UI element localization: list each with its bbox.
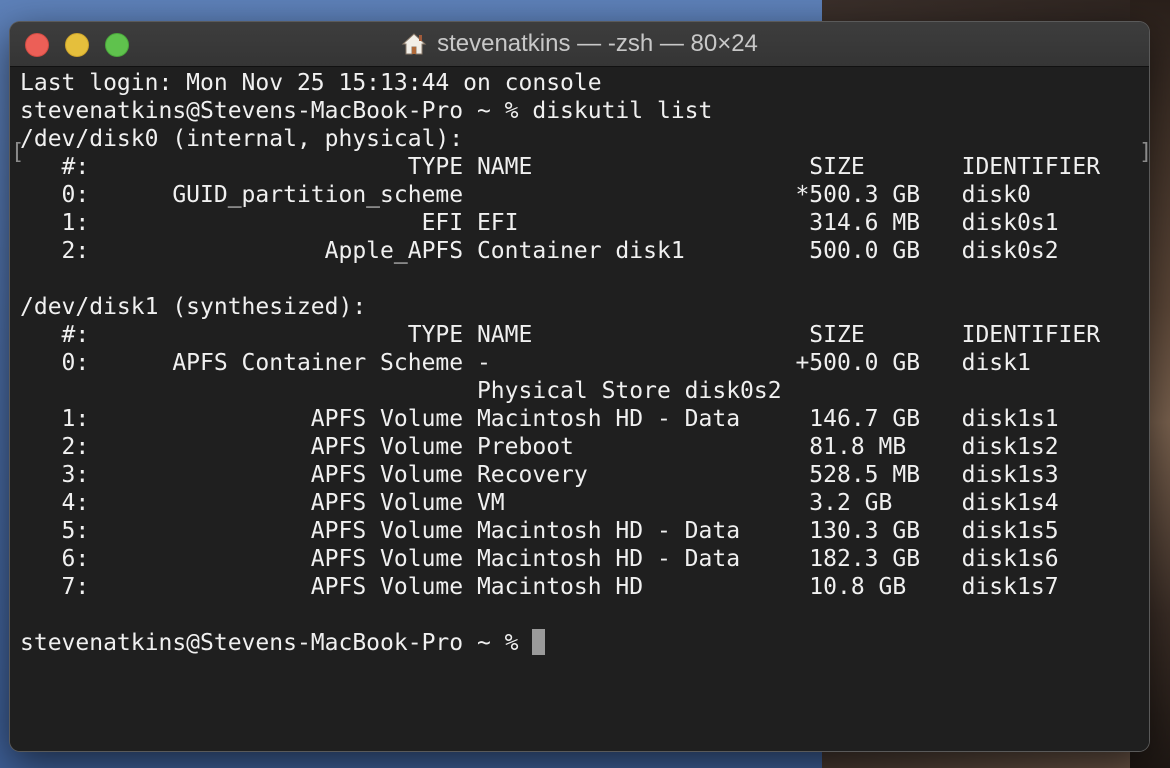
terminal-window[interactable]: stevenatkins — -zsh — 80×24 [ ] Last log… bbox=[10, 22, 1149, 751]
terminal-line: 4: APFS Volume VM 3.2 GB disk1s4 bbox=[20, 490, 1059, 516]
prompt-line[interactable]: stevenatkins@Stevens-MacBook-Pro ~ % bbox=[20, 629, 1100, 657]
terminal-line: #: TYPE NAME SIZE IDENTIFIER bbox=[20, 154, 1101, 180]
window-title-area: stevenatkins — -zsh — 80×24 bbox=[10, 22, 1149, 66]
terminal-line: 6: APFS Volume Macintosh HD - Data 182.3… bbox=[20, 546, 1059, 572]
terminal-line: 5: APFS Volume Macintosh HD - Data 130.3… bbox=[20, 518, 1059, 544]
terminal-line: 1: EFI EFI 314.6 MB disk0s1 bbox=[20, 210, 1059, 236]
terminal-line: 0: APFS Container Scheme - +500.0 GB dis… bbox=[20, 350, 1031, 376]
shell-prompt: stevenatkins@Stevens-MacBook-Pro ~ % bbox=[20, 630, 533, 656]
terminal-output-area[interactable]: [ ] Last login: Mon Nov 25 15:13:44 on c… bbox=[10, 67, 1149, 751]
home-icon bbox=[401, 33, 427, 55]
terminal-text: Last login: Mon Nov 25 15:13:44 on conso… bbox=[20, 69, 1100, 657]
terminal-line: 2: Apple_APFS Container disk1 500.0 GB d… bbox=[20, 238, 1059, 264]
terminal-line: 2: APFS Volume Preboot 81.8 MB disk1s2 bbox=[20, 434, 1059, 460]
terminal-line: /dev/disk1 (synthesized): bbox=[20, 294, 367, 320]
terminal-line: #: TYPE NAME SIZE IDENTIFIER bbox=[20, 322, 1101, 348]
terminal-line: Last login: Mon Nov 25 15:13:44 on conso… bbox=[20, 70, 602, 96]
title-bar[interactable]: stevenatkins — -zsh — 80×24 bbox=[10, 22, 1149, 67]
terminal-line: Physical Store disk0s2 bbox=[20, 378, 782, 404]
terminal-line: 1: APFS Volume Macintosh HD - Data 146.7… bbox=[20, 406, 1059, 432]
terminal-line: stevenatkins@Stevens-MacBook-Pro ~ % dis… bbox=[20, 98, 713, 124]
terminal-line: /dev/disk0 (internal, physical): bbox=[20, 126, 464, 152]
terminal-line: 3: APFS Volume Recovery 528.5 MB disk1s3 bbox=[20, 462, 1059, 488]
terminal-line: 7: APFS Volume Macintosh HD 10.8 GB disk… bbox=[20, 574, 1059, 600]
terminal-line: 0: GUID_partition_scheme *500.3 GB disk0 bbox=[20, 182, 1031, 208]
text-cursor[interactable] bbox=[532, 629, 546, 655]
window-title: stevenatkins — -zsh — 80×24 bbox=[437, 30, 758, 57]
mark-bracket-right: ] bbox=[1139, 140, 1149, 165]
